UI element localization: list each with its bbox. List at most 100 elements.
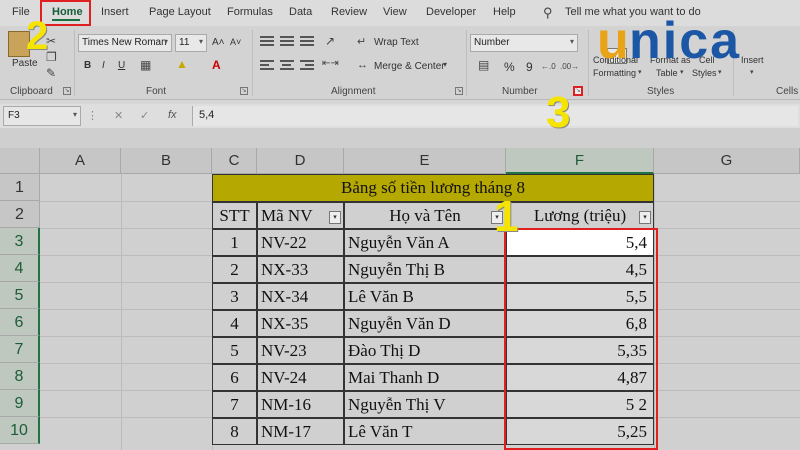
separator: [74, 30, 75, 96]
tab-review[interactable]: Review: [331, 6, 367, 18]
align-middle-icon[interactable]: [280, 36, 294, 48]
select-all-button[interactable]: [0, 148, 40, 174]
comma-style-button[interactable]: 9: [526, 60, 533, 74]
cell-ho-ten[interactable]: Nguyễn Thị V: [344, 391, 506, 418]
row-header-6[interactable]: 6: [0, 309, 40, 336]
borders-icon[interactable]: ▦: [140, 58, 151, 72]
bold-button[interactable]: B: [84, 60, 91, 71]
col-header-e[interactable]: E: [344, 148, 506, 174]
cancel-icon[interactable]: ✕: [114, 109, 123, 122]
tab-insert[interactable]: Insert: [101, 6, 129, 18]
cell-ma-nv[interactable]: NX-35: [257, 310, 344, 337]
cell-stt[interactable]: 2: [212, 256, 257, 283]
cell-ma-nv[interactable]: NM-17: [257, 418, 344, 445]
filter-dropdown-icon[interactable]: ▾: [639, 211, 651, 224]
increase-font-icon[interactable]: A˄: [212, 37, 225, 48]
header-ho-ten[interactable]: Họ và Tên ▾: [344, 202, 506, 229]
row-header-5[interactable]: 5: [0, 282, 40, 309]
row-header-3[interactable]: 3: [0, 228, 40, 255]
svg-text:u: u: [597, 14, 631, 70]
col-header-b[interactable]: B: [121, 148, 212, 174]
align-left-icon[interactable]: [260, 60, 274, 72]
align-bottom-icon[interactable]: [300, 36, 314, 48]
col-header-g[interactable]: G: [654, 148, 800, 174]
align-center-icon[interactable]: [280, 60, 294, 72]
cell-stt[interactable]: 1: [212, 229, 257, 256]
cell-stt[interactable]: 7: [212, 391, 257, 418]
indent-icon[interactable]: ⇤⇥: [322, 58, 339, 69]
row-header-7[interactable]: 7: [0, 336, 40, 363]
tab-view[interactable]: View: [383, 6, 407, 18]
cell-ho-ten[interactable]: Đào Thị D: [344, 337, 506, 364]
row-header-8[interactable]: 8: [0, 363, 40, 390]
number-format-launcher-icon[interactable]: ↘: [573, 86, 583, 96]
number-format-select[interactable]: Number ▾: [470, 34, 578, 52]
align-top-icon[interactable]: [260, 36, 274, 48]
align-right-icon[interactable]: [300, 60, 314, 72]
col-header-c[interactable]: C: [212, 148, 257, 174]
font-family-select[interactable]: Times New Roman ▾: [78, 34, 172, 52]
col-header-a[interactable]: A: [40, 148, 121, 174]
cell-ma-nv[interactable]: NV-24: [257, 364, 344, 391]
header-luong[interactable]: Lương (triệu) ▾: [506, 202, 654, 229]
chevron-down-icon: ▾: [72, 110, 77, 119]
accounting-format-icon[interactable]: ▤: [478, 58, 489, 72]
cell-ho-ten[interactable]: Nguyễn Văn A: [344, 229, 506, 256]
tab-formulas[interactable]: Formulas: [227, 6, 273, 18]
increase-decimal-icon[interactable]: ←.0: [541, 62, 556, 71]
fill-color-icon[interactable]: ▲: [176, 57, 188, 71]
cell-ma-nv[interactable]: NV-23: [257, 337, 344, 364]
cell-stt[interactable]: 5: [212, 337, 257, 364]
cell-ho-ten[interactable]: Nguyễn Thị B: [344, 256, 506, 283]
row-header-2[interactable]: 2: [0, 201, 40, 228]
tab-help[interactable]: Help: [493, 6, 516, 18]
row-header-1[interactable]: 1: [0, 174, 40, 201]
insert-function-button[interactable]: fx: [168, 109, 177, 121]
cell-ho-ten[interactable]: Lê Văn T: [344, 418, 506, 445]
tab-developer[interactable]: Developer: [426, 6, 476, 18]
cell-ho-ten[interactable]: Mai Thanh D: [344, 364, 506, 391]
paste-button[interactable]: Paste: [12, 58, 38, 69]
cell-stt[interactable]: 8: [212, 418, 257, 445]
formula-input[interactable]: 5,4: [192, 106, 798, 126]
format-painter-icon[interactable]: ✎: [46, 66, 56, 80]
merge-center-button[interactable]: Merge & Center: [374, 61, 445, 72]
wrap-text-button[interactable]: Wrap Text: [374, 37, 419, 48]
enter-icon[interactable]: ✓: [140, 109, 149, 122]
decrease-font-icon[interactable]: A˅: [230, 37, 241, 47]
row-header-10[interactable]: 10: [0, 417, 40, 444]
tab-data[interactable]: Data: [289, 6, 312, 18]
cell-stt[interactable]: 4: [212, 310, 257, 337]
header-luong-label: Lương (triệu): [533, 206, 627, 225]
cell-ma-nv[interactable]: NX-34: [257, 283, 344, 310]
row-header-4[interactable]: 4: [0, 255, 40, 282]
font-color-icon[interactable]: A: [212, 58, 221, 72]
font-size-select[interactable]: 11 ▾: [175, 34, 207, 52]
underline-button[interactable]: U: [118, 60, 125, 71]
name-box[interactable]: F3 ▾: [3, 106, 81, 126]
header-stt[interactable]: STT: [212, 202, 257, 229]
step-1-badge: 1: [494, 192, 519, 241]
merge-dropdown-icon[interactable]: ▾: [443, 60, 447, 69]
col-header-d[interactable]: D: [257, 148, 344, 174]
font-launcher-icon[interactable]: ↘: [240, 87, 248, 95]
cell-ho-ten[interactable]: Nguyễn Văn D: [344, 310, 506, 337]
cell-ma-nv[interactable]: NX-33: [257, 256, 344, 283]
table-title[interactable]: Bảng số tiền lương tháng 8: [212, 174, 654, 202]
cell-ho-ten[interactable]: Lê Văn B: [344, 283, 506, 310]
col-header-f[interactable]: F: [506, 148, 654, 174]
header-ma-nv[interactable]: Mã NV ▾: [257, 202, 344, 229]
clipboard-launcher-icon[interactable]: ↘: [63, 87, 71, 95]
cell-stt[interactable]: 3: [212, 283, 257, 310]
cell-stt[interactable]: 6: [212, 364, 257, 391]
filter-dropdown-icon[interactable]: ▾: [329, 211, 341, 224]
orientation-icon[interactable]: ↗: [325, 34, 335, 48]
decrease-decimal-icon[interactable]: .00→: [560, 62, 579, 71]
cell-ma-nv[interactable]: NV-22: [257, 229, 344, 256]
percent-style-button[interactable]: %: [504, 60, 515, 74]
cell-ma-nv[interactable]: NM-16: [257, 391, 344, 418]
row-header-9[interactable]: 9: [0, 390, 40, 417]
italic-button[interactable]: I: [102, 60, 105, 71]
alignment-launcher-icon[interactable]: ↘: [455, 87, 463, 95]
tab-page-layout[interactable]: Page Layout: [149, 6, 211, 18]
